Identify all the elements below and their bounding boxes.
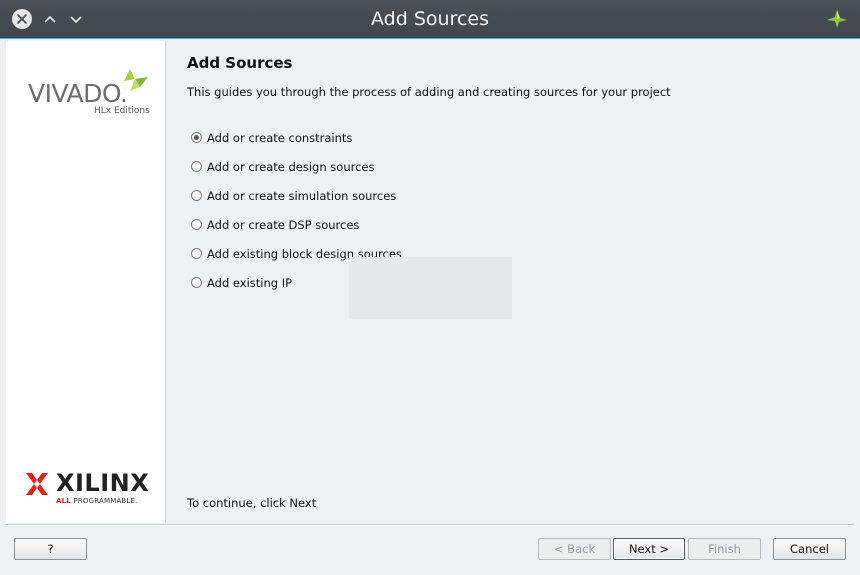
vivado-logo: VIVADO. HLx Editions: [28, 67, 158, 117]
cancel-button[interactable]: Cancel: [773, 538, 846, 560]
radio-button[interactable]: [191, 190, 202, 201]
option-label: Add existing IP: [207, 275, 293, 290]
xilinx-wordmark: XILINX: [56, 469, 150, 497]
wizard-content: Add Sources This guides you through the …: [167, 41, 854, 523]
radio-button[interactable]: [191, 219, 202, 230]
vivado-edition-label: HLx Editions: [94, 106, 150, 116]
help-button[interactable]: ?: [14, 538, 87, 560]
radio-button[interactable]: [191, 161, 202, 172]
finish-button[interactable]: Finish: [688, 538, 761, 560]
vivado-app-icon: [826, 9, 848, 29]
branding-panel: VIVADO. HLx Editions XILINX ALL PROGRAMM…: [6, 41, 166, 523]
option-simulation-sources[interactable]: Add or create simulation sources: [191, 181, 402, 210]
option-label: Add or create simulation sources: [207, 188, 397, 203]
vivado-leaf-icon: [124, 69, 148, 91]
radio-button[interactable]: [191, 132, 202, 143]
page-heading: Add Sources: [187, 54, 293, 72]
xilinx-tagline-rest: PROGRAMMABLE.: [70, 497, 138, 505]
footer-divider-highlight: [6, 525, 854, 526]
next-button[interactable]: Next >: [613, 538, 685, 560]
continue-hint: To continue, click Next: [187, 496, 317, 510]
back-button[interactable]: < Back: [538, 538, 611, 560]
faded-watermark: [349, 257, 512, 319]
title-bar: Add Sources: [0, 0, 860, 38]
option-design-sources[interactable]: Add or create design sources: [191, 152, 402, 181]
xilinx-tagline-all: ALL: [56, 497, 71, 505]
option-dsp-sources[interactable]: Add or create DSP sources: [191, 210, 402, 239]
xilinx-tagline: ALL PROGRAMMABLE.: [56, 497, 138, 505]
radio-button[interactable]: [191, 277, 202, 288]
option-label: Add or create design sources: [207, 159, 375, 174]
xilinx-x-icon: [26, 473, 48, 495]
vivado-wordmark: VIVADO.: [28, 79, 128, 108]
option-constraints[interactable]: Add or create constraints: [191, 123, 402, 152]
title-accent-line: [0, 38, 860, 39]
radio-button[interactable]: [191, 248, 202, 259]
option-label: Add or create DSP sources: [207, 217, 360, 232]
window-title: Add Sources: [371, 8, 489, 30]
option-label: Add or create constraints: [207, 130, 353, 145]
xilinx-logo: XILINX ALL PROGRAMMABLE.: [24, 469, 154, 509]
page-description: This guides you through the process of a…: [187, 85, 671, 99]
add-sources-dialog: Add Sources VIVADO. HLx Editions XILINX: [0, 0, 860, 575]
